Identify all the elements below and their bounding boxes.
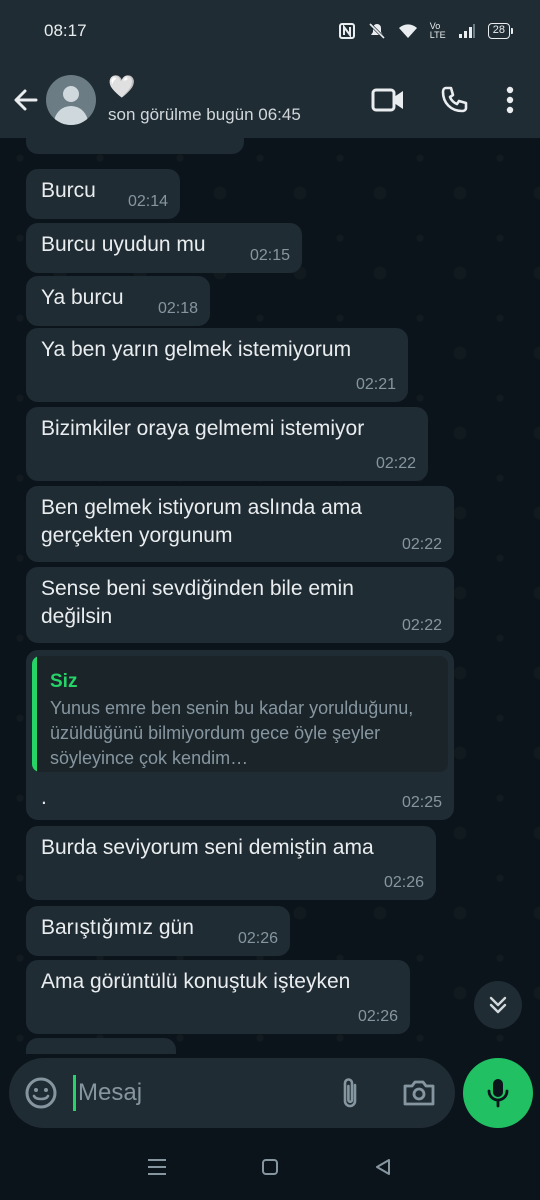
video-call-icon: [371, 88, 403, 112]
reply-message-bubble[interactable]: Siz Yunus emre ben senin bu kadar yoruld…: [26, 650, 454, 820]
message-composer: [9, 1058, 455, 1128]
message-bubble[interactable]: Sense beni sevdiğinden bile emin değilsi…: [26, 567, 454, 643]
video-call-button[interactable]: [370, 82, 406, 118]
contact-last-seen: son görülme bugün 06:45: [108, 105, 301, 124]
contact-name: 🤍: [108, 74, 136, 99]
menu-icon: [147, 1159, 166, 1175]
message-time: 02:26: [357, 1008, 398, 1025]
mic-icon: [487, 1079, 509, 1108]
contact-info[interactable]: 🤍 son görülme bugün 06:45: [108, 75, 370, 125]
message-text: Burcu uyudun mu: [41, 233, 206, 256]
message-bubble[interactable]: Burcu uyudun mu 02:15: [26, 223, 302, 273]
more-icon: [506, 86, 514, 114]
network-label: Vo LTE: [429, 21, 446, 40]
message-text: Burcu: [41, 179, 96, 202]
message-text: Sense beni sevdiğinden bile emin değilsi…: [41, 577, 354, 628]
message-text: Barıştığımız gün: [41, 916, 194, 939]
message-bubble-partial: [26, 138, 244, 154]
home-square-icon: [261, 1159, 278, 1175]
message-time: 02:22: [401, 617, 442, 634]
voice-call-button[interactable]: [436, 82, 472, 118]
message-time: 02:15: [249, 247, 290, 264]
message-time: 02:18: [157, 300, 198, 317]
scroll-down-icon: [489, 996, 507, 1014]
nfc-icon: [338, 23, 355, 39]
camera-button[interactable]: [401, 1076, 437, 1110]
back-button[interactable]: [6, 80, 46, 120]
status-bar: 08:17 Vo LTE 28: [0, 0, 540, 62]
message-time: 02:21: [355, 376, 396, 393]
scroll-to-bottom-button[interactable]: [474, 981, 522, 1029]
avatar[interactable]: [46, 75, 96, 125]
system-back-button[interactable]: [363, 1147, 403, 1187]
home-button[interactable]: [250, 1147, 290, 1187]
message-time: 02:22: [375, 455, 416, 472]
message-bubble[interactable]: Ben gelmek istiyorum aslında ama gerçekt…: [26, 486, 454, 562]
message-time: 02:14: [127, 193, 168, 210]
emoji-button[interactable]: [23, 1075, 59, 1111]
quote-author: Siz: [50, 671, 78, 692]
message-text: .: [41, 786, 47, 809]
phone-icon: [441, 86, 468, 113]
attach-icon: [343, 1078, 357, 1108]
wifi-icon: [398, 24, 417, 38]
quoted-message[interactable]: Siz Yunus emre ben senin bu kadar yoruld…: [32, 656, 448, 772]
status-icons: Vo LTE 28: [338, 21, 514, 40]
message-bubble[interactable]: Ya ben yarın gelmek istemiyorum 02:21: [26, 328, 408, 402]
emoji-icon: [25, 1077, 57, 1109]
back-triangle-icon: [376, 1159, 391, 1175]
voice-message-button[interactable]: [463, 1058, 533, 1128]
attach-button[interactable]: [335, 1075, 365, 1111]
status-time: 08:17: [44, 21, 87, 40]
message-text: Ama görüntülü konuştuk işteyken: [41, 970, 351, 993]
more-options-button[interactable]: [502, 82, 518, 118]
signal-icon: [458, 24, 475, 38]
message-bubble-partial: [26, 1038, 176, 1054]
message-time: 02:26: [383, 874, 424, 891]
message-text: Burda seviyorum seni demiştin ama: [41, 836, 374, 859]
chat-header: 🤍 son görülme bugün 06:45: [0, 62, 540, 138]
message-text: Ben gelmek istiyorum aslında ama gerçekt…: [41, 496, 362, 547]
recent-apps-button[interactable]: [137, 1147, 177, 1187]
message-bubble[interactable]: Barıştığımız gün 02:26: [26, 906, 290, 956]
message-text: Ya ben yarın gelmek istemiyorum: [41, 338, 352, 361]
message-text: Bizimkiler oraya gelmemi istemiyor: [41, 417, 365, 440]
quote-accent-bar: [32, 656, 37, 772]
message-input[interactable]: [73, 1075, 313, 1111]
message-bubble[interactable]: Ya burcu 02:18: [26, 276, 210, 326]
camera-icon: [403, 1080, 435, 1106]
quote-text: Yunus emre ben senin bu kadar yorulduğun…: [50, 698, 414, 768]
battery-indicator: 28: [487, 23, 514, 39]
mute-icon: [368, 22, 385, 40]
back-arrow-icon: [14, 89, 38, 111]
message-bubble[interactable]: Ama görüntülü konuştuk işteyken 02:26: [26, 960, 410, 1034]
message-text: Ya burcu: [41, 286, 124, 309]
message-time: 02:25: [401, 794, 442, 811]
message-bubble[interactable]: Bizimkiler oraya gelmemi istemiyor 02:22: [26, 407, 428, 481]
message-time: 02:26: [237, 930, 278, 947]
chat-area[interactable]: Burcu 02:14 Burcu uyudun mu 02:15 Ya bur…: [0, 138, 540, 1054]
system-nav-bar: [0, 1134, 540, 1200]
message-bubble[interactable]: Burda seviyorum seni demiştin ama 02:26: [26, 826, 436, 900]
message-time: 02:22: [401, 536, 442, 553]
message-bubble[interactable]: Burcu 02:14: [26, 169, 180, 219]
